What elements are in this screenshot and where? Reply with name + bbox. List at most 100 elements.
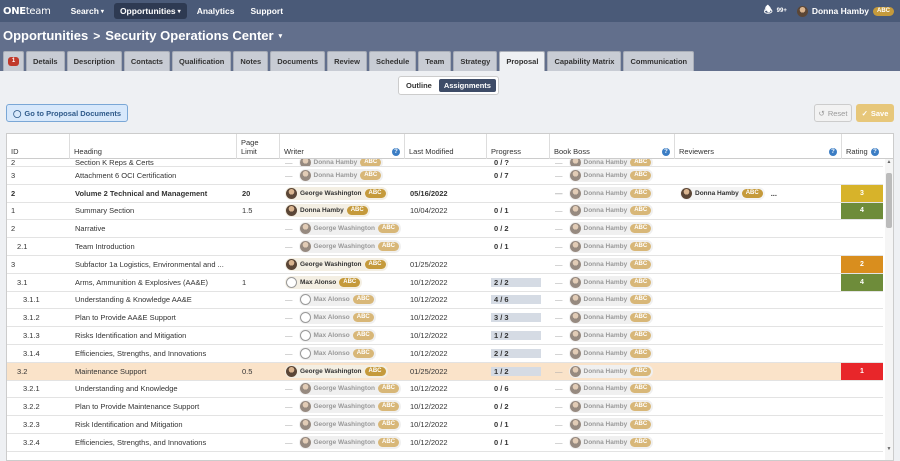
nav-link-opportunities[interactable]: Opportunities ▾: [113, 3, 187, 19]
col-heading[interactable]: Heading: [70, 134, 237, 159]
tab-team[interactable]: Team: [418, 51, 452, 71]
col-last-modified[interactable]: Last Modified: [405, 134, 487, 159]
table-row[interactable]: 3.1.1 Understanding & Knowledge AA&E — Max …: [7, 292, 883, 310]
save-button[interactable]: ✓ Save: [856, 104, 894, 122]
row-heading[interactable]: Subfactor 1a Logistics, Environmental an…: [75, 256, 235, 273]
tab-communication[interactable]: Communication: [623, 51, 695, 71]
writer-pill[interactable]: George Washington ABC: [298, 382, 402, 396]
table-row[interactable]: 3.1.3 Risks Identification and Mitigation…: [7, 327, 883, 345]
help-icon[interactable]: ?: [871, 148, 879, 156]
table-row[interactable]: 3.2.2 Plan to Provide Maintenance Support…: [7, 398, 883, 417]
row-rating[interactable]: [841, 381, 883, 398]
row-rating[interactable]: [841, 434, 883, 451]
writer-pill[interactable]: George Washington ABC: [285, 257, 388, 271]
tab-description[interactable]: Description: [66, 51, 122, 71]
book-boss-pill[interactable]: Donna Hamby ABC: [568, 418, 654, 432]
table-row[interactable]: 3 Attachment 6 OCI Certification — Donna Ha…: [7, 167, 883, 185]
tab-details[interactable]: Details: [26, 51, 65, 71]
writer-pill[interactable]: Max Alonso ABC: [298, 346, 376, 360]
help-icon[interactable]: ?: [662, 148, 670, 156]
row-rating[interactable]: 2: [841, 255, 883, 273]
row-rating[interactable]: 4: [841, 273, 883, 291]
row-heading[interactable]: Understanding & Knowledge AA&E: [75, 292, 235, 309]
book-boss-pill[interactable]: Donna Hamby ABC: [568, 400, 654, 414]
row-rating[interactable]: [841, 345, 883, 362]
row-rating[interactable]: [841, 220, 883, 237]
writer-pill[interactable]: George Washington ABC: [285, 364, 388, 378]
writer-pill[interactable]: George Washington ABC: [298, 400, 402, 414]
writer-pill[interactable]: George Washington ABC: [298, 240, 402, 254]
writer-pill[interactable]: Donna Hamby ABC: [298, 159, 384, 166]
book-boss-pill[interactable]: Donna Hamby ABC: [568, 222, 654, 236]
row-rating[interactable]: [841, 292, 883, 309]
tab-proposal[interactable]: Proposal: [499, 51, 546, 71]
app-logo[interactable]: ONEteam: [3, 6, 51, 17]
tab-strategy[interactable]: Strategy: [453, 51, 498, 71]
table-row[interactable]: 3.2.3 Risk Identification and Mitigation —…: [7, 416, 883, 434]
table-row[interactable]: 2 Volume 2 Technical and Management 20 Geor…: [7, 184, 883, 203]
avatar[interactable]: [796, 5, 808, 17]
row-rating[interactable]: [841, 238, 883, 255]
help-icon[interactable]: ?: [392, 148, 400, 156]
row-heading[interactable]: Summary Section: [75, 203, 235, 220]
writer-pill[interactable]: George Washington ABC: [285, 186, 388, 200]
book-boss-pill[interactable]: Donna Hamby ABC: [568, 275, 654, 289]
row-heading[interactable]: Risk Identification and Mitigation: [75, 416, 235, 433]
page-title[interactable]: Security Operations Center: [105, 28, 273, 43]
tab-alerts[interactable]: 1: [3, 51, 24, 71]
book-boss-pill[interactable]: Donna Hamby ABC: [568, 240, 654, 254]
writer-pill[interactable]: Max Alonso ABC: [298, 293, 376, 307]
table-row[interactable]: 1 Summary Section 1.5 Donna Hamby ABC 10/04/2…: [7, 202, 883, 221]
breadcrumb-root[interactable]: Opportunities: [3, 28, 88, 43]
col-id[interactable]: ID: [7, 134, 70, 159]
writer-pill[interactable]: Donna Hamby ABC: [298, 168, 384, 182]
nav-link-analytics[interactable]: Analytics: [191, 3, 241, 19]
row-heading[interactable]: Team Introduction: [75, 238, 235, 255]
row-heading[interactable]: Attachment 6 OCI Certification: [75, 167, 235, 184]
table-row[interactable]: 3.2.4 Efficiencies, Strengths, and Innova…: [7, 434, 883, 452]
book-boss-pill[interactable]: Donna Hamby ABC: [568, 364, 654, 378]
table-row[interactable]: 2 Narrative — George Washington ABC 0 / 2— Don…: [7, 220, 883, 239]
row-heading[interactable]: Volume 2 Technical and Management: [75, 185, 235, 202]
reset-button[interactable]: ↺ Reset: [814, 104, 852, 122]
table-row[interactable]: 3.1.4 Efficiencies, Strengths, and Innova…: [7, 345, 883, 363]
row-heading[interactable]: Efficiencies, Strengths, and Innovations: [75, 345, 235, 362]
go-to-proposal-documents-button[interactable]: ◯ Go to Proposal Documents: [6, 104, 129, 122]
writer-pill[interactable]: George Washington ABC: [298, 418, 402, 432]
row-rating[interactable]: 3: [841, 184, 883, 202]
tab-documents[interactable]: Documents: [270, 51, 326, 71]
writer-pill[interactable]: Max Alonso ABC: [298, 311, 376, 325]
row-rating[interactable]: 4: [841, 202, 883, 220]
row-rating[interactable]: [841, 309, 883, 326]
row-heading[interactable]: Plan to Provide Maintenance Support: [75, 398, 235, 415]
nav-link-support[interactable]: Support: [244, 3, 289, 19]
table-row[interactable]: 2 Section K Reps & Certs — Donna Hamby ABC 0 …: [7, 159, 883, 167]
book-boss-pill[interactable]: Donna Hamby ABC: [568, 382, 654, 396]
writer-pill[interactable]: Max Alonso ABC: [298, 329, 376, 343]
tab-schedule[interactable]: Schedule: [368, 51, 417, 71]
row-rating[interactable]: [841, 398, 883, 415]
col-page-limit[interactable]: Page Limit: [237, 134, 280, 159]
writer-pill[interactable]: George Washington ABC: [298, 222, 402, 236]
book-boss-pill[interactable]: Donna Hamby ABC: [568, 159, 654, 166]
row-heading[interactable]: Section K Reps & Certs: [75, 159, 235, 166]
book-boss-pill[interactable]: Donna Hamby ABC: [568, 168, 654, 182]
table-row[interactable]: 3.2 Maintenance Support 0.5 George Washingt…: [7, 362, 883, 381]
col-book-boss[interactable]: Book Boss?: [550, 134, 675, 159]
book-boss-pill[interactable]: Donna Hamby ABC: [568, 435, 654, 449]
tab-review[interactable]: Review: [327, 51, 367, 71]
row-heading[interactable]: Narrative: [75, 220, 235, 237]
row-heading[interactable]: Arms, Ammunition & Explosives (AA&E): [75, 274, 235, 291]
subtab-assignments[interactable]: Assignments: [438, 79, 496, 92]
bell-icon[interactable]: 🕭: [764, 3, 773, 20]
col-reviewers[interactable]: Reviewers?: [675, 134, 842, 159]
col-rating[interactable]: Rating?: [842, 134, 883, 159]
table-row[interactable]: 2.1 Team Introduction — George Washington AB…: [7, 238, 883, 256]
row-rating[interactable]: [841, 159, 883, 166]
row-heading[interactable]: Risks Identification and Mitigation: [75, 327, 235, 344]
book-boss-pill[interactable]: Donna Hamby ABC: [568, 257, 654, 271]
book-boss-pill[interactable]: Donna Hamby ABC: [568, 186, 654, 200]
help-icon[interactable]: ?: [829, 148, 837, 156]
nav-link-search[interactable]: Search ▾: [65, 3, 110, 19]
row-heading[interactable]: Plan to Provide AA&E Support: [75, 309, 235, 326]
